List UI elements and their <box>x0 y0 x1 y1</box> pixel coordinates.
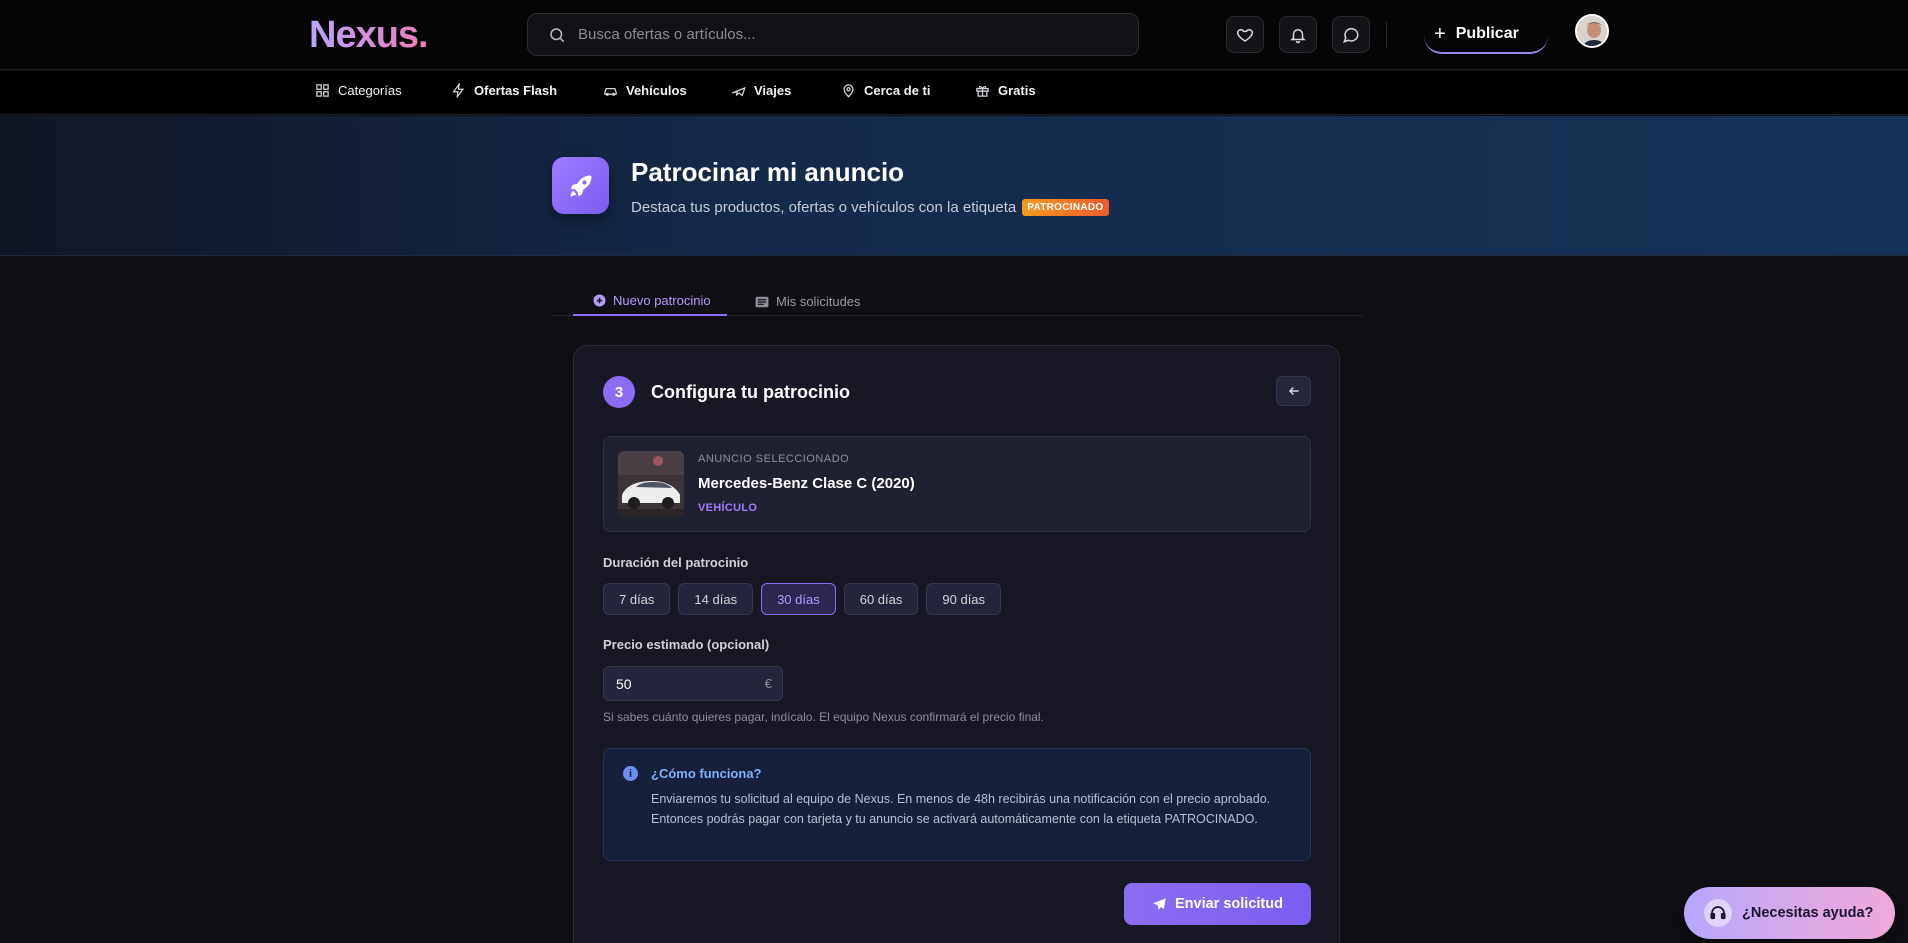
price-label: Precio estimado (opcional) <box>603 637 770 652</box>
send-request-button[interactable]: Enviar solicitud <box>1124 883 1311 925</box>
paper-plane-icon <box>1153 897 1166 910</box>
duration-options: 7 días 14 días 30 días 60 días 90 días <box>603 583 1002 615</box>
nav-label: Gratis <box>998 83 1036 98</box>
listing-type: VEHÍCULO <box>698 502 758 514</box>
price-hint: Si sabes cuánto quieres pagar, indícalo.… <box>603 710 1044 724</box>
bell-icon <box>1290 28 1306 43</box>
heart-icon <box>1236 28 1254 42</box>
selected-caption: ANUNCIO SELECCIONADO <box>698 453 850 465</box>
rocket-icon-tile <box>552 157 609 214</box>
nav-label: Cerca de ti <box>864 83 931 98</box>
info-title: ¿Cómo funciona? <box>651 766 762 781</box>
info-icon: i <box>623 766 638 781</box>
send-label: Enviar solicitud <box>1175 896 1283 912</box>
car-icon <box>604 88 617 96</box>
tab-label: Mis solicitudes <box>776 294 861 309</box>
back-button[interactable] <box>1276 376 1311 406</box>
duration-option-7[interactable]: 7 días <box>603 583 671 615</box>
page-subtitle: Destaca tus productos, ofertas o vehícul… <box>631 199 1109 216</box>
top-header: Nexus. + Publicar <box>0 0 1908 70</box>
page-hero: Patrocinar mi anuncio Destaca tus produc… <box>0 116 1908 256</box>
duration-option-14[interactable]: 14 días <box>678 583 754 615</box>
tab-label: Nuevo patrocinio <box>613 293 711 308</box>
nav-label: Categorías <box>338 83 402 98</box>
subtitle-text: Destaca tus productos, ofertas o vehícul… <box>631 199 1017 216</box>
price-field[interactable]: € <box>603 666 783 701</box>
help-label: ¿Necesitas ayuda? <box>1742 905 1874 921</box>
header-divider <box>1386 22 1387 48</box>
sponsor-tabs: Nuevo patrocinio Mis solicitudes <box>553 283 1363 316</box>
step-number-badge: 3 <box>603 376 635 408</box>
category-nav: Categorías Ofertas Flash Vehículos Viaje… <box>0 71 1908 115</box>
nav-item-viajes[interactable]: Viajes <box>731 83 791 98</box>
user-avatar[interactable] <box>1575 14 1609 48</box>
publish-label: Publicar <box>1455 25 1519 42</box>
duration-option-90[interactable]: 90 días <box>926 583 1002 615</box>
nav-item-vehiculos[interactable]: Vehículos <box>603 83 687 98</box>
chat-bubble-icon <box>1342 27 1359 43</box>
selected-listing: ANUNCIO SELECCIONADO Mercedes-Benz Clase… <box>603 436 1311 532</box>
page-title: Patrocinar mi anuncio <box>631 157 905 187</box>
nav-item-ofertas-flash[interactable]: Ofertas Flash <box>451 83 557 98</box>
nav-item-cerca-de-ti[interactable]: Cerca de ti <box>841 83 930 98</box>
search-icon <box>550 28 565 43</box>
card-title: Configura tu patrocinio <box>651 382 850 402</box>
car-photo <box>618 451 684 517</box>
messages-button[interactable] <box>1332 16 1370 53</box>
gift-icon <box>976 86 989 97</box>
tab-mis-solicitudes[interactable]: Mis solicitudes <box>751 287 865 316</box>
map-pin-icon <box>843 84 854 98</box>
plane-icon <box>732 86 746 97</box>
rocket-icon <box>570 175 591 196</box>
favorites-button[interactable] <box>1226 16 1264 53</box>
tab-nuevo-patrocinio[interactable]: Nuevo patrocinio <box>573 287 727 316</box>
plus-icon: + <box>1434 22 1446 45</box>
duration-option-30[interactable]: 30 días <box>761 583 836 615</box>
grid-icon <box>316 84 329 97</box>
arrow-left-icon <box>1288 386 1299 396</box>
duration-option-60[interactable]: 60 días <box>843 583 919 615</box>
notifications-button[interactable] <box>1279 16 1317 53</box>
nexus-logo[interactable]: Nexus. <box>309 14 429 57</box>
nav-label: Viajes <box>754 83 792 98</box>
price-input[interactable] <box>616 667 746 700</box>
nav-item-gratis[interactable]: Gratis <box>975 83 1036 98</box>
how-it-works-box: i ¿Cómo funciona? Enviaremos tu solicitu… <box>603 748 1311 861</box>
sponsor-config-card: 3 Configura tu patrocinio ANUNCIO SELECC… <box>573 345 1340 943</box>
lightning-icon <box>452 83 465 98</box>
sponsored-badge: PATROCINADO <box>1022 199 1109 216</box>
help-chat-button[interactable]: ¿Necesitas ayuda? <box>1684 887 1895 939</box>
headset-icon <box>1704 899 1732 927</box>
publish-button[interactable]: + Publicar <box>1424 16 1548 54</box>
plus-circle-icon <box>593 294 606 307</box>
listing-title: Mercedes-Benz Clase C (2020) <box>698 475 915 492</box>
search-bar[interactable] <box>527 13 1139 56</box>
listing-thumbnail <box>618 451 684 517</box>
nav-label: Ofertas Flash <box>474 83 558 98</box>
avatar-image <box>1577 16 1607 46</box>
info-body: Enviaremos tu solicitud al equipo de Nex… <box>651 792 1271 826</box>
currency-symbol: € <box>764 676 772 691</box>
nav-item-categorias[interactable]: Categorías <box>315 83 402 98</box>
list-icon <box>755 296 769 307</box>
search-input[interactable] <box>578 14 1118 55</box>
nav-label: Vehículos <box>626 83 687 98</box>
duration-label: Duración del patrocinio <box>603 555 749 570</box>
